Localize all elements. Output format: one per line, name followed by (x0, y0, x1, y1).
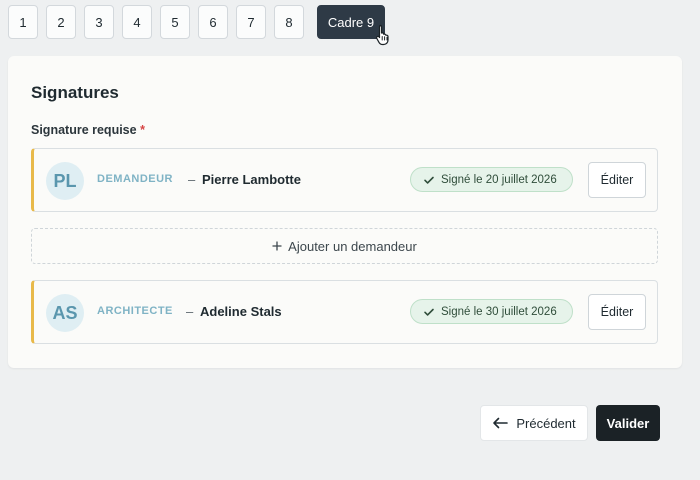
signer-role: ARCHITECTE (97, 305, 173, 317)
step-navigation: 1 2 3 4 5 6 7 8 Cadre 9 (8, 5, 385, 39)
step-5-button[interactable]: 5 (160, 5, 190, 39)
step-8-button[interactable]: 8 (274, 5, 304, 39)
step-4-button[interactable]: 4 (122, 5, 152, 39)
step-3-button[interactable]: 3 (84, 5, 114, 39)
role-name-separator: – (188, 172, 196, 187)
signed-status-badge: Signé le 20 juillet 2026 (410, 167, 573, 192)
signer-role: DEMANDEUR (97, 173, 173, 185)
signer-row: AS ARCHITECTE – Adeline Stals Signé le 3… (31, 280, 658, 344)
add-requester-button[interactable]: Ajouter un demandeur (31, 228, 658, 264)
check-icon (424, 308, 434, 316)
required-signature-label: Signature requise * (31, 123, 145, 137)
previous-label: Précédent (516, 415, 576, 431)
step-1-button[interactable]: 1 (8, 5, 38, 39)
step-2-button[interactable]: 2 (46, 5, 76, 39)
check-icon (424, 176, 434, 184)
signed-status-badge: Signé le 30 juillet 2026 (410, 299, 573, 324)
required-signature-text: Signature requise (31, 123, 137, 137)
edit-signer-button[interactable]: Éditer (588, 162, 646, 198)
avatar: AS (46, 294, 84, 332)
signed-status-text: Signé le 30 juillet 2026 (441, 305, 557, 318)
add-requester-label: Ajouter un demandeur (288, 238, 417, 254)
signed-status-text: Signé le 20 juillet 2026 (441, 173, 557, 186)
signatures-card: Signatures Signature requise * PL DEMAND… (8, 56, 682, 368)
avatar: PL (46, 162, 84, 200)
plus-icon (272, 241, 282, 251)
required-asterisk: * (140, 123, 145, 137)
step-7-button[interactable]: 7 (236, 5, 266, 39)
signer-row: PL DEMANDEUR – Pierre Lambotte Signé le … (31, 148, 658, 212)
arrow-left-icon (493, 417, 509, 429)
hand-cursor-icon (376, 24, 389, 46)
submit-button[interactable]: Valider (596, 405, 660, 441)
step-6-button[interactable]: 6 (198, 5, 228, 39)
previous-button[interactable]: Précédent (480, 405, 588, 441)
edit-signer-button[interactable]: Éditer (588, 294, 646, 330)
signer-name: Pierre Lambotte (202, 172, 301, 187)
role-name-separator: – (186, 304, 194, 319)
section-title: Signatures (31, 83, 119, 102)
signer-name: Adeline Stals (200, 304, 282, 319)
